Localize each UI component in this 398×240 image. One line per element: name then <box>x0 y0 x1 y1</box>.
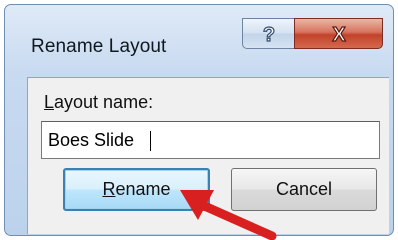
arrow-shaft <box>195 199 277 240</box>
red-arrow-annotation <box>180 190 277 240</box>
